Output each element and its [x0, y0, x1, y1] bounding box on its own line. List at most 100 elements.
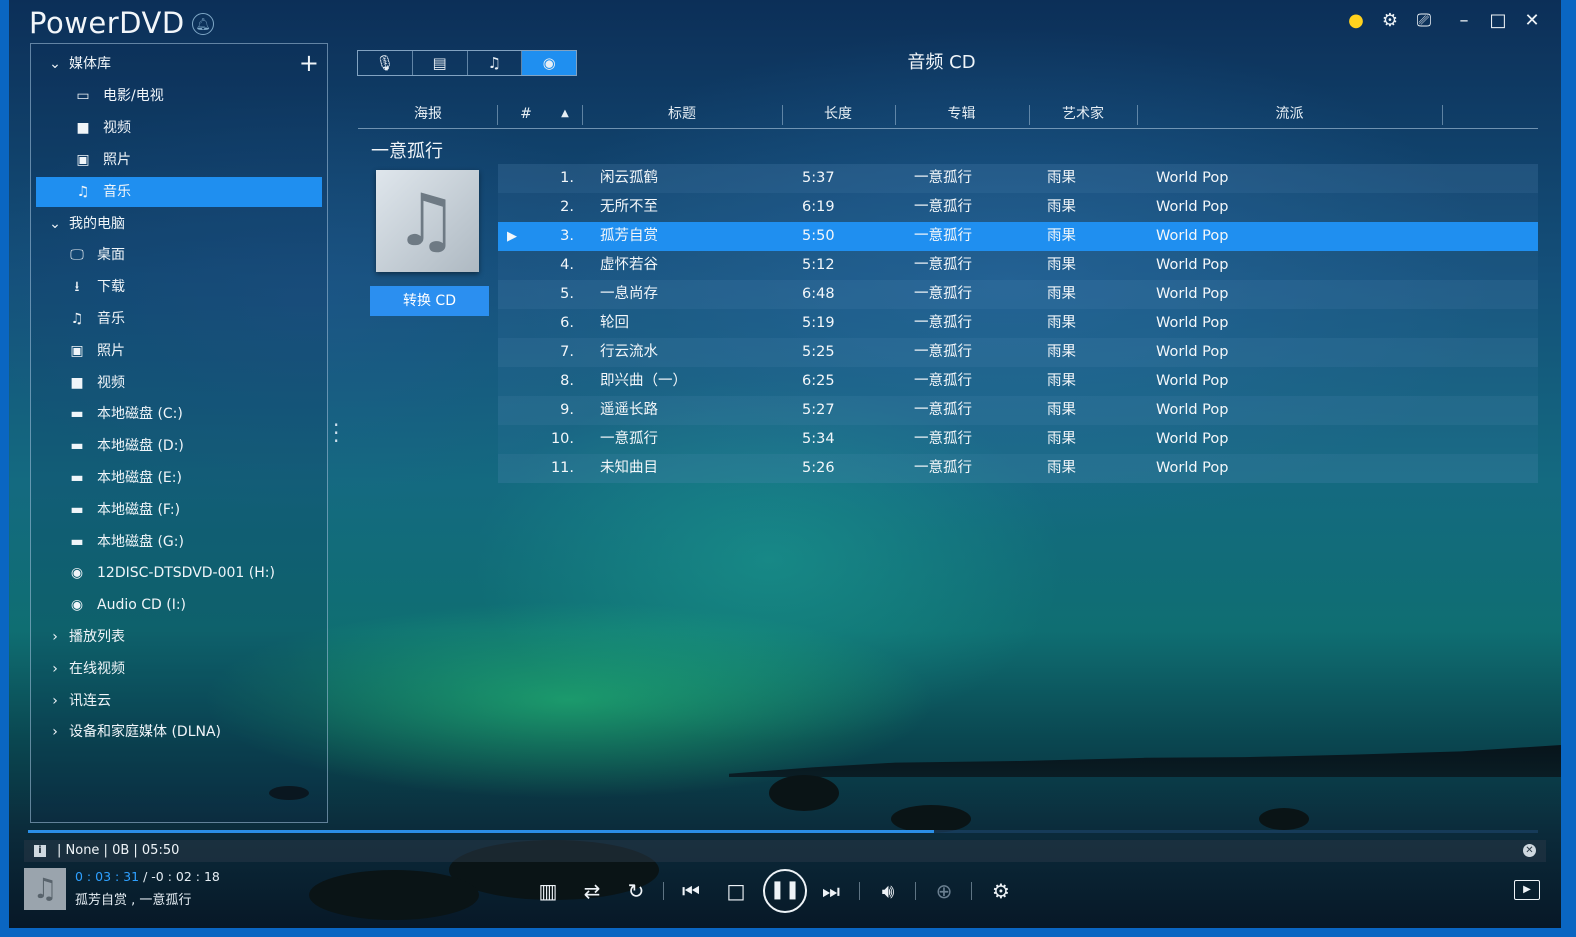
sidebar-item-drive-e[interactable]: ▬ 本地磁盘 (E:)	[31, 463, 327, 493]
column-header-number[interactable]: #	[516, 103, 536, 127]
table-row[interactable]: 4. 虚怀若谷 5:12 一意孤行 雨果 World Pop	[498, 251, 1538, 280]
sidebar-item-my-computer[interactable]: ⌄ 我的电脑	[31, 209, 327, 239]
close-info-icon[interactable]: ✕	[1523, 844, 1536, 857]
info-icon[interactable]: i	[34, 845, 46, 857]
mini-player-icon[interactable]: ▶	[1514, 880, 1540, 900]
column-header-genre[interactable]: 流派	[1137, 103, 1442, 127]
playback-time: 0 : 03 : 31 / -0 : 02 : 18	[75, 869, 220, 884]
track-album: 一意孤行	[914, 460, 972, 476]
drive-icon: ▬	[70, 502, 84, 518]
sidebar-item-music[interactable]: ♫ 音乐	[36, 177, 322, 207]
sidebar: ⌄ 媒体库 + ▭ 电影/电视 ■ 视频 ▣ 照片 ♫ 音乐 ⌄ 我的电脑 🖵︎…	[30, 43, 328, 823]
track-genre: World Pop	[1156, 257, 1229, 273]
player-settings-icon[interactable]: ⚙	[984, 874, 1018, 908]
minimize-button[interactable]: –	[1451, 10, 1477, 31]
sidebar-item-photos-folder[interactable]: ▣ 照片	[31, 336, 327, 366]
equalizer-icon[interactable]: ▥	[531, 874, 565, 908]
shuffle-icon[interactable]: ⇄	[575, 874, 609, 908]
repeat-icon[interactable]: ↻	[619, 874, 653, 908]
column-header-length[interactable]: 长度	[782, 103, 894, 127]
table-row[interactable]: 2. 无所不至 6:19 一意孤行 雨果 World Pop	[498, 193, 1538, 222]
remaining-time: / -0 : 02 : 18	[143, 869, 220, 884]
track-title: 无所不至	[600, 199, 658, 215]
table-row[interactable]: 5. 一息尚存 6:48 一意孤行 雨果 World Pop	[498, 280, 1538, 309]
table-row[interactable]: 10. 一意孤行 5:34 一意孤行 雨果 World Pop	[498, 425, 1538, 454]
track-genre: World Pop	[1156, 460, 1229, 476]
table-row[interactable]: 7. 行云流水 5:25 一意孤行 雨果 World Pop	[498, 338, 1538, 367]
background-rock	[1259, 808, 1309, 830]
sidebar-item-movies-tv[interactable]: ▭ 电影/电视	[31, 81, 327, 111]
sidebar-item-label: 设备和家庭媒体 (DLNA)	[69, 724, 222, 740]
sidebar-item-dlna[interactable]: › 设备和家庭媒体 (DLNA)	[31, 717, 327, 747]
previous-track-icon[interactable]: ⏮	[674, 874, 708, 908]
sidebar-item-desktop[interactable]: 🖵︎ 桌面	[31, 240, 327, 270]
track-title: 行云流水	[600, 344, 658, 360]
sidebar-item-videos[interactable]: ■ 视频	[31, 113, 327, 143]
sidebar-item-label: 在线视频	[69, 661, 125, 677]
track-length: 5:12	[802, 257, 835, 273]
column-header-artist[interactable]: 艺术家	[1029, 103, 1137, 127]
sidebar-item-label: 本地磁盘 (E:)	[97, 470, 182, 486]
track-artist: 雨果	[1047, 402, 1076, 418]
sidebar-item-drive-g[interactable]: ▬ 本地磁盘 (G:)	[31, 527, 327, 557]
table-row-playing[interactable]: ▶ 3. 孤芳自赏 5:50 一意孤行 雨果 World Pop	[498, 222, 1538, 251]
table-row[interactable]: 9. 遥遥长路 5:27 一意孤行 雨果 World Pop	[498, 396, 1538, 425]
video-camera-icon: ■	[70, 375, 84, 391]
sidebar-item-media-library[interactable]: ⌄ 媒体库 +	[31, 49, 327, 79]
track-length: 5:26	[802, 460, 835, 476]
film-icon: ▭	[76, 88, 90, 104]
cd-icon[interactable]: ◉	[522, 51, 576, 75]
now-playing-thumbnail: ♫	[24, 868, 66, 910]
settings-gear-icon[interactable]: ⚙	[1377, 10, 1403, 31]
table-row[interactable]: 1. 闲云孤鹤 5:37 一意孤行 雨果 World Pop	[498, 164, 1538, 193]
lightbulb-icon[interactable]: ●	[1343, 10, 1369, 31]
column-header-album[interactable]: 专辑	[895, 103, 1028, 127]
tv-mode-icon[interactable]: ⎚	[1411, 10, 1437, 31]
maximize-button[interactable]: □	[1485, 10, 1511, 31]
sidebar-item-music-folder[interactable]: ♫ 音乐	[31, 304, 327, 334]
track-number: 2.	[560, 199, 574, 215]
sidebar-item-label: 照片	[97, 343, 125, 359]
sidebar-item-videos-folder[interactable]: ■ 视频	[31, 368, 327, 398]
zoom-icon[interactable]: ⊕	[927, 874, 961, 908]
track-title: 一意孤行	[600, 431, 658, 447]
sidebar-item-cyberlink-cloud[interactable]: › 讯连云	[31, 686, 327, 716]
sidebar-item-downloads[interactable]: ⭳ 下载	[31, 272, 327, 302]
convert-cd-button[interactable]: 转换 CD	[370, 286, 489, 316]
music-note-icon[interactable]: ♫	[468, 51, 523, 75]
sort-ascending-icon[interactable]: ▲	[555, 103, 575, 127]
panel-splitter[interactable]: · · ·	[333, 415, 339, 451]
sidebar-item-online-video[interactable]: › 在线视频	[31, 654, 327, 684]
table-row[interactable]: 6. 轮回 5:19 一意孤行 雨果 World Pop	[498, 309, 1538, 338]
microphone-icon[interactable]: 🎙︎	[358, 51, 413, 75]
column-header-title[interactable]: 标题	[582, 103, 782, 127]
table-row[interactable]: 8. 即兴曲（一） 6:25 一意孤行 雨果 World Pop	[498, 367, 1538, 396]
next-track-icon[interactable]: ⏭	[814, 874, 848, 908]
sidebar-item-drive-h[interactable]: ◉ 12DISC-DTSDVD-001 (H:)	[31, 558, 327, 588]
music-note-icon: ♫	[76, 184, 90, 200]
sidebar-item-drive-f[interactable]: ▬ 本地磁盘 (F:)	[31, 495, 327, 525]
sidebar-item-drive-i[interactable]: ◉ Audio CD (I:)	[31, 590, 327, 620]
album-list-icon[interactable]: ▤	[413, 51, 468, 75]
track-title: 轮回	[600, 315, 629, 331]
pause-button[interactable]: ❚❚	[763, 869, 807, 913]
notification-bell-icon[interactable]: 🔔︎	[192, 13, 214, 35]
table-row[interactable]: 11. 未知曲目 5:26 一意孤行 雨果 World Pop	[498, 454, 1538, 483]
track-length: 5:25	[802, 344, 835, 360]
sidebar-item-label: 桌面	[97, 247, 125, 263]
column-header-poster[interactable]: 海报	[358, 103, 498, 127]
track-album: 一意孤行	[914, 228, 972, 244]
track-artist: 雨果	[1047, 431, 1076, 447]
sidebar-item-label: 讯连云	[69, 693, 111, 709]
seek-bar[interactable]	[28, 830, 1538, 833]
music-note-icon: ♫	[70, 311, 84, 327]
stop-icon[interactable]: □	[719, 874, 753, 908]
sidebar-item-photos[interactable]: ▣ 照片	[31, 145, 327, 175]
sidebar-item-drive-d[interactable]: ▬ 本地磁盘 (D:)	[31, 431, 327, 461]
sidebar-item-drive-c[interactable]: ▬ 本地磁盘 (C:)	[31, 399, 327, 429]
current-time: 0 : 03 : 31	[75, 869, 140, 884]
volume-icon[interactable]: 🔊︎	[871, 874, 905, 908]
close-button[interactable]: ✕	[1519, 10, 1545, 31]
sidebar-item-playlists[interactable]: › 播放列表	[31, 622, 327, 652]
add-icon[interactable]: +	[299, 48, 319, 78]
